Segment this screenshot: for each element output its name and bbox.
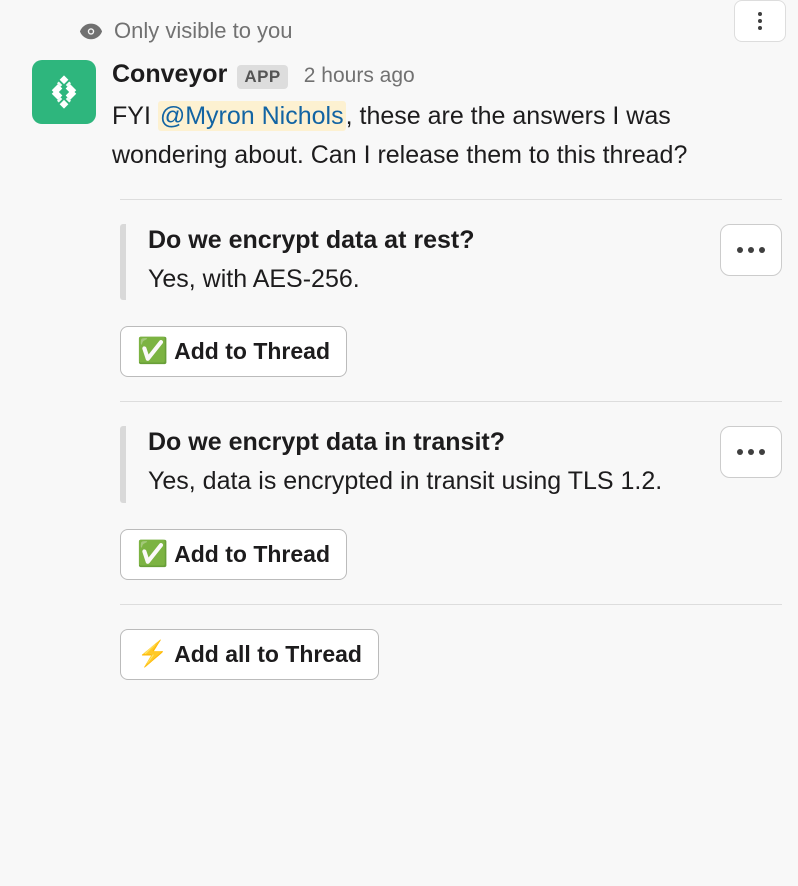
card-more-button[interactable] — [720, 426, 782, 478]
qa-question: Do we encrypt data in transit? — [148, 428, 708, 457]
add-to-thread-label: Add to Thread — [174, 338, 330, 365]
add-to-thread-button[interactable]: ✅ Add to Thread — [120, 326, 347, 377]
check-emoji-icon: ✅ — [137, 337, 168, 366]
visibility-notice: Only visible to you — [0, 0, 798, 44]
more-horizontal-icon — [737, 449, 765, 455]
add-to-thread-button[interactable]: ✅ Add to Thread — [120, 529, 347, 580]
add-to-thread-label: Add to Thread — [174, 541, 330, 568]
app-badge: APP — [237, 65, 287, 89]
visibility-label: Only visible to you — [114, 18, 293, 44]
more-horizontal-icon — [737, 247, 765, 253]
message-actions-button[interactable] — [734, 0, 786, 42]
lightning-emoji-icon: ⚡ — [137, 640, 168, 669]
app-avatar[interactable] — [32, 60, 96, 124]
qa-answer: Yes, with AES-256. — [148, 261, 708, 299]
qa-answer: Yes, data is encrypted in transit using … — [148, 463, 708, 501]
divider — [120, 199, 782, 200]
qa-card: Do we encrypt data at rest? Yes, with AE… — [120, 224, 708, 301]
qa-card-row: Do we encrypt data at rest? Yes, with AE… — [120, 224, 782, 301]
qa-question: Do we encrypt data at rest? — [148, 226, 708, 255]
qa-card-row: Do we encrypt data in transit? Yes, data… — [120, 426, 782, 503]
message-text: FYI @Myron Nichols, these are the answer… — [112, 97, 782, 175]
check-emoji-icon: ✅ — [137, 540, 168, 569]
author-name[interactable]: Conveyor — [112, 60, 227, 89]
divider — [120, 401, 782, 402]
user-mention[interactable]: @Myron Nichols — [158, 101, 346, 131]
timestamp[interactable]: 2 hours ago — [304, 64, 415, 88]
more-vertical-icon — [758, 12, 762, 30]
conveyor-logo-icon — [43, 71, 85, 113]
message-header: Conveyor APP 2 hours ago — [112, 60, 782, 89]
message: Conveyor APP 2 hours ago FYI @Myron Nich… — [0, 44, 798, 175]
message-text-prefix: FYI — [112, 102, 158, 130]
divider — [120, 604, 782, 605]
card-more-button[interactable] — [720, 224, 782, 276]
qa-card: Do we encrypt data in transit? Yes, data… — [120, 426, 708, 503]
add-all-to-thread-label: Add all to Thread — [174, 641, 362, 668]
add-all-to-thread-button[interactable]: ⚡ Add all to Thread — [120, 629, 379, 680]
eye-icon — [80, 20, 102, 42]
